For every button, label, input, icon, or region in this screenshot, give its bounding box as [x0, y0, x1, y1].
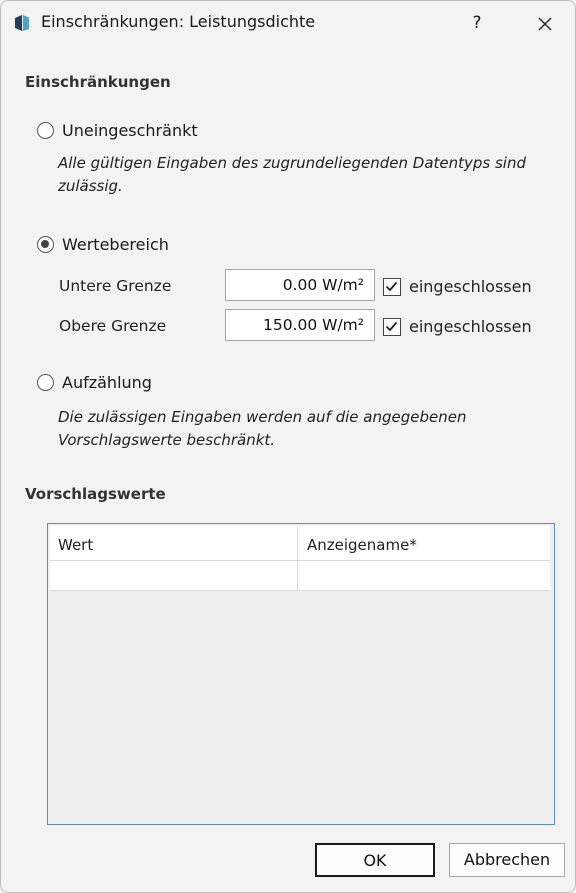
- upper-bound-included-label: eingeschlossen: [409, 317, 532, 336]
- constraints-heading: Einschränkungen: [25, 73, 171, 91]
- upper-bound-included-checkbox[interactable]: [383, 318, 401, 336]
- window-title: Einschränkungen: Leistungsdichte: [41, 12, 316, 31]
- radio-enumeration-circle[interactable]: [37, 373, 54, 391]
- enumeration-description-line1: Die zulässigen Eingaben werden auf die a…: [58, 408, 467, 426]
- table-cell-value[interactable]: [50, 561, 298, 590]
- radio-range-label: Wertebereich: [62, 234, 169, 254]
- enumeration-description-line2: Vorschlagswerte beschränkt.: [58, 431, 276, 449]
- radio-range[interactable]: Wertebereich: [37, 233, 169, 255]
- upper-bound-input[interactable]: 150.00 W/m²: [225, 309, 375, 341]
- help-button[interactable]: ?: [459, 7, 495, 39]
- lower-bound-input[interactable]: 0.00 W/m²: [225, 269, 375, 301]
- upper-bound-label: Obere Grenze: [59, 317, 167, 335]
- suggestions-heading: Vorschlagswerte: [25, 485, 166, 503]
- table-cell-display-name[interactable]: [299, 561, 550, 590]
- radio-enumeration[interactable]: Aufzählung: [37, 371, 152, 393]
- column-header-value[interactable]: Wert: [50, 526, 298, 560]
- table-header: Wert Anzeigename*: [50, 526, 550, 561]
- ok-button[interactable]: OK: [315, 843, 435, 877]
- radio-enumeration-label: Aufzählung: [62, 372, 152, 392]
- app-logo-icon: [13, 14, 31, 32]
- unrestricted-description-line2: zulässig.: [58, 177, 123, 195]
- lower-bound-included-label: eingeschlossen: [409, 277, 532, 296]
- radio-unrestricted[interactable]: Uneingeschränkt: [37, 119, 198, 141]
- close-icon: [538, 17, 552, 30]
- lower-bound-label: Untere Grenze: [59, 277, 172, 295]
- radio-unrestricted-circle[interactable]: [37, 121, 54, 139]
- enumeration-description: Die zulässigen Eingaben werden auf die a…: [58, 406, 558, 452]
- unrestricted-description-line1: Alle gültigen Eingaben des zugrundeliege…: [58, 154, 526, 172]
- title-bar: Einschränkungen: Leistungsdichte ?: [1, 1, 575, 45]
- cancel-button[interactable]: Abbrechen: [449, 843, 565, 877]
- dialog-window: Einschränkungen: Leistungsdichte ? Einsc…: [0, 0, 576, 893]
- suggestions-table[interactable]: Wert Anzeigename*: [47, 523, 555, 825]
- close-button[interactable]: [527, 7, 563, 39]
- unrestricted-description: Alle gültigen Eingaben des zugrundeliege…: [58, 152, 558, 198]
- checkmark-icon: [385, 321, 398, 332]
- checkmark-icon: [385, 281, 398, 292]
- column-header-display-name[interactable]: Anzeigename*: [299, 526, 550, 560]
- radio-range-circle[interactable]: [37, 235, 54, 253]
- radio-unrestricted-label: Uneingeschränkt: [62, 120, 198, 140]
- lower-bound-included-checkbox[interactable]: [383, 278, 401, 296]
- table-row[interactable]: [50, 561, 550, 591]
